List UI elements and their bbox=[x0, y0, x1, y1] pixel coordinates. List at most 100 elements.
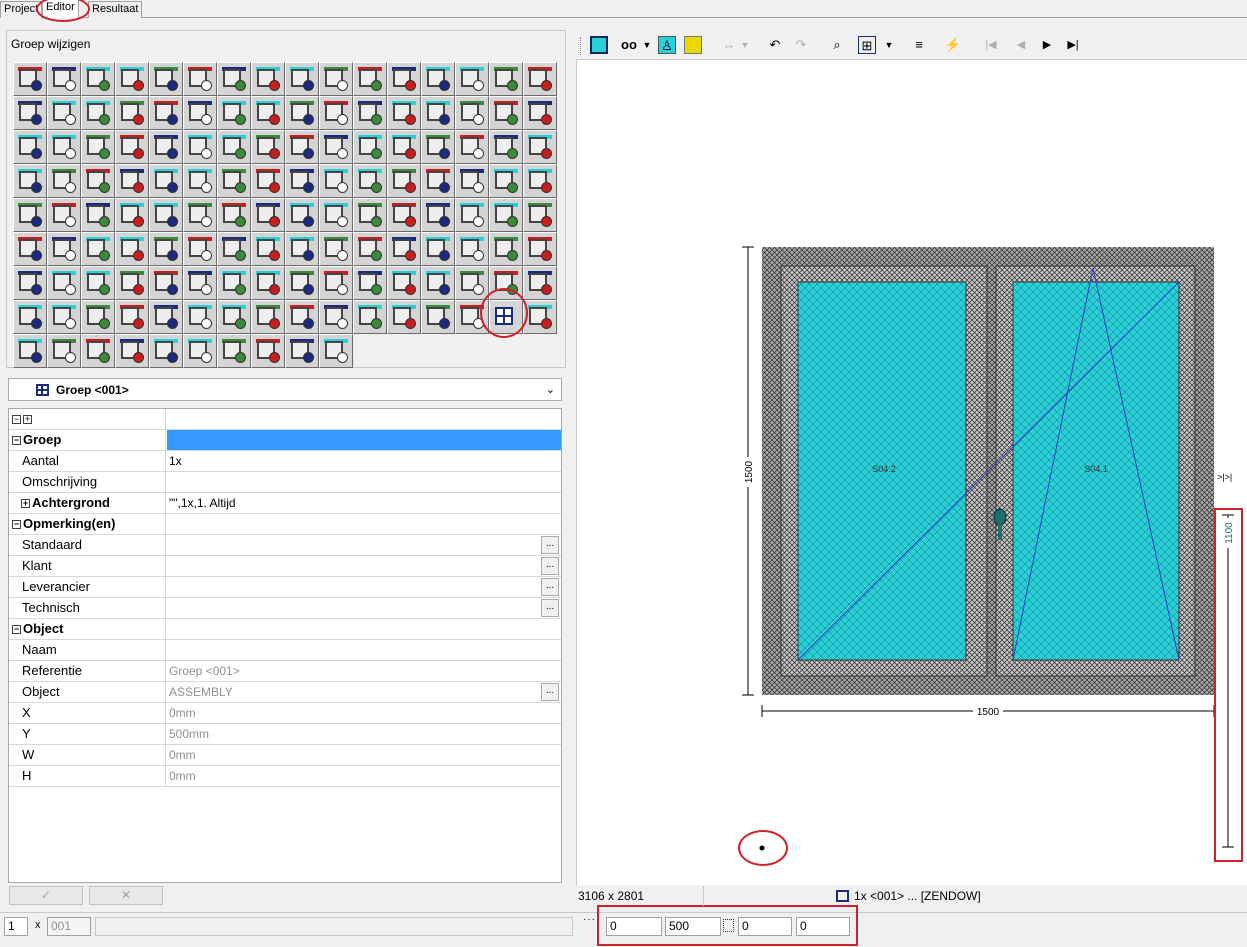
tool-button-83[interactable] bbox=[81, 232, 115, 266]
tool-button-12[interactable] bbox=[387, 62, 421, 96]
tool-button-58[interactable] bbox=[319, 164, 353, 198]
property-row[interactable]: H 0mm bbox=[9, 766, 561, 787]
redo-icon[interactable]: ↷ bbox=[792, 36, 810, 54]
tool-button-23[interactable] bbox=[217, 96, 251, 130]
coord-h-field[interactable]: 0 bbox=[796, 917, 850, 936]
property-value[interactable] bbox=[167, 430, 561, 450]
tool-button-93[interactable] bbox=[421, 232, 455, 266]
tool-button-127[interactable] bbox=[489, 300, 523, 334]
tool-button-41[interactable] bbox=[285, 130, 319, 164]
tool-button-8[interactable] bbox=[251, 62, 285, 96]
tool-button-76[interactable] bbox=[387, 198, 421, 232]
glasses-icon[interactable]: oo bbox=[616, 36, 642, 54]
tool-button-103[interactable] bbox=[217, 266, 251, 300]
tool-button-18[interactable] bbox=[47, 96, 81, 130]
ellipsis-button[interactable]: ... bbox=[541, 683, 559, 701]
layers-icon[interactable] bbox=[684, 36, 702, 54]
tool-button-69[interactable] bbox=[149, 198, 183, 232]
tab-project[interactable]: Project bbox=[0, 1, 43, 18]
tool-button-27[interactable] bbox=[353, 96, 387, 130]
property-value[interactable]: 0mm bbox=[167, 745, 561, 765]
tool-button-35[interactable] bbox=[81, 130, 115, 164]
tool-button-134[interactable] bbox=[183, 334, 217, 368]
tool-button-32[interactable] bbox=[523, 96, 557, 130]
tool-button-130[interactable] bbox=[47, 334, 81, 368]
tool-button-86[interactable] bbox=[183, 232, 217, 266]
tool-button-97[interactable] bbox=[13, 266, 47, 300]
property-row[interactable]: Standaard... bbox=[9, 535, 561, 556]
tool-button-107[interactable] bbox=[353, 266, 387, 300]
tool-button-24[interactable] bbox=[251, 96, 285, 130]
tool-button-46[interactable] bbox=[455, 130, 489, 164]
tool-button-68[interactable] bbox=[115, 198, 149, 232]
tool-button-7[interactable] bbox=[217, 62, 251, 96]
count-field[interactable]: 1 bbox=[4, 917, 28, 936]
tool-button-137[interactable] bbox=[285, 334, 319, 368]
tool-button-21[interactable] bbox=[149, 96, 183, 130]
collapse-icon[interactable]: − bbox=[12, 625, 21, 635]
dropdown-arrow-icon-2[interactable]: ▼ bbox=[740, 36, 750, 54]
tool-button-52[interactable] bbox=[115, 164, 149, 198]
person-icon[interactable]: ♙ bbox=[658, 36, 676, 54]
confirm-button[interactable]: ✓ bbox=[9, 886, 83, 905]
align-left-icon[interactable]: ≡ bbox=[910, 36, 928, 54]
property-row[interactable]: X 0mm bbox=[9, 703, 561, 724]
property-row[interactable]: Naam bbox=[9, 640, 561, 661]
tool-button-54[interactable] bbox=[183, 164, 217, 198]
property-value[interactable]: 0mm bbox=[167, 766, 561, 786]
tool-button-15[interactable] bbox=[489, 62, 523, 96]
tool-button-110[interactable] bbox=[455, 266, 489, 300]
tool-button-39[interactable] bbox=[217, 130, 251, 164]
property-row[interactable]: Referentie Groep <001> bbox=[9, 661, 561, 682]
property-row[interactable]: Leverancier... bbox=[9, 577, 561, 598]
cancel-button[interactable]: ✕ bbox=[89, 886, 163, 905]
tool-button-19[interactable] bbox=[81, 96, 115, 130]
tool-button-10[interactable] bbox=[319, 62, 353, 96]
dropdown-arrow-icon-3[interactable]: ▼ bbox=[884, 36, 894, 54]
tool-button-6[interactable] bbox=[183, 62, 217, 96]
tool-button-75[interactable] bbox=[353, 198, 387, 232]
property-value[interactable]: 500mm bbox=[167, 724, 561, 744]
tool-button-9[interactable] bbox=[285, 62, 319, 96]
tool-button-125[interactable] bbox=[421, 300, 455, 334]
tool-button-85[interactable] bbox=[149, 232, 183, 266]
property-value[interactable] bbox=[167, 514, 561, 534]
tool-button-99[interactable] bbox=[81, 266, 115, 300]
tool-button-2[interactable] bbox=[47, 62, 81, 96]
tool-button-31[interactable] bbox=[489, 96, 523, 130]
property-row[interactable]: − Opmerking(en) bbox=[9, 514, 561, 535]
tool-button-38[interactable] bbox=[183, 130, 217, 164]
property-row[interactable]: Y 500mm bbox=[9, 724, 561, 745]
drawing-canvas[interactable]: S04.2 S04.1 1500 1500 >|>| 1100 bbox=[576, 60, 1247, 885]
tool-button-47[interactable] bbox=[489, 130, 523, 164]
tool-button-56[interactable] bbox=[251, 164, 285, 198]
property-row[interactable]: Aantal 1x bbox=[9, 451, 561, 472]
dimension-tool-icon[interactable]: ↔ bbox=[720, 36, 738, 54]
tool-button-123[interactable] bbox=[353, 300, 387, 334]
tool-button-74[interactable] bbox=[319, 198, 353, 232]
tool-button-82[interactable] bbox=[47, 232, 81, 266]
tool-button-108[interactable] bbox=[387, 266, 421, 300]
property-value[interactable]: 1x bbox=[167, 451, 561, 471]
tool-button-84[interactable] bbox=[115, 232, 149, 266]
tool-button-28[interactable] bbox=[387, 96, 421, 130]
tool-button-42[interactable] bbox=[319, 130, 353, 164]
tool-button-136[interactable] bbox=[251, 334, 285, 368]
property-value[interactable] bbox=[167, 535, 561, 555]
tool-button-101[interactable] bbox=[149, 266, 183, 300]
tool-button-80[interactable] bbox=[523, 198, 557, 232]
property-value[interactable]: ASSEMBLY bbox=[167, 682, 561, 702]
tool-button-29[interactable] bbox=[421, 96, 455, 130]
tool-button-59[interactable] bbox=[353, 164, 387, 198]
tool-button-133[interactable] bbox=[149, 334, 183, 368]
tool-button-67[interactable] bbox=[81, 198, 115, 232]
last-icon[interactable]: ▶| bbox=[1064, 36, 1082, 54]
ellipsis-button[interactable]: ... bbox=[541, 536, 559, 554]
tool-button-100[interactable] bbox=[115, 266, 149, 300]
property-value[interactable]: "",1x,1. Altijd bbox=[167, 493, 561, 513]
next-icon[interactable]: ▶ bbox=[1038, 36, 1056, 54]
expand-collapse-controls[interactable]: − + bbox=[9, 409, 166, 429]
dropdown-arrow-icon[interactable]: ▼ bbox=[642, 36, 652, 54]
tool-button-55[interactable] bbox=[217, 164, 251, 198]
tool-button-79[interactable] bbox=[489, 198, 523, 232]
